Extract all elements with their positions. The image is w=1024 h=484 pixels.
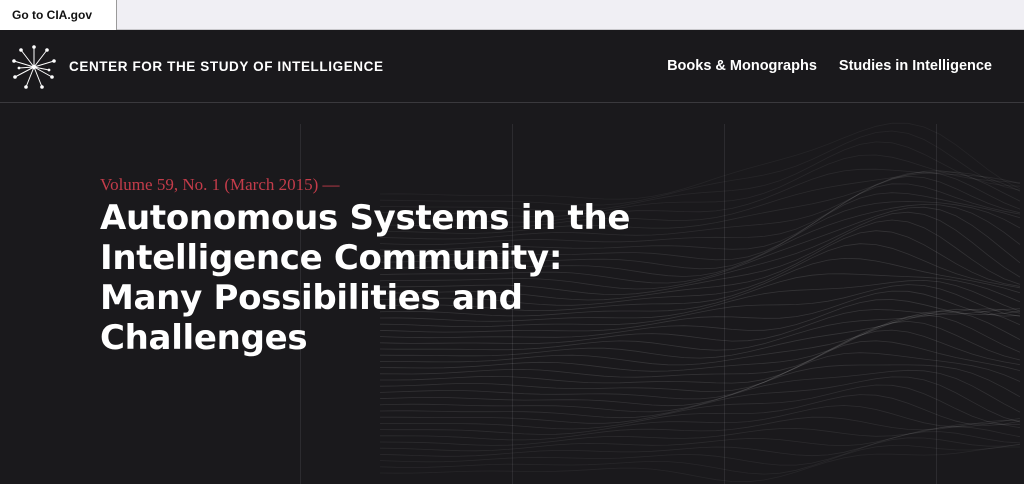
wave-line — [379, 352, 1021, 400]
site-title[interactable]: CENTER FOR THE STUDY OF INTELLIGENCE — [69, 59, 384, 74]
article-title: Autonomous Systems in the Intelligence C… — [100, 198, 631, 358]
nav-studies-in-intelligence[interactable]: Studies in Intelligence — [839, 58, 992, 74]
starburst-logo-icon[interactable] — [11, 44, 57, 90]
wave-line — [379, 422, 1021, 446]
wave-line — [379, 446, 1020, 483]
nav-books-monographs[interactable]: Books & Monographs — [667, 58, 817, 74]
wave-line — [379, 130, 1021, 206]
utility-bar: Go to CIA.gov — [0, 0, 1024, 30]
wave-line — [379, 443, 1021, 475]
hero-banner: Volume 59, No. 1 (March 2015) — Autonomo… — [0, 104, 1024, 484]
go-to-cia-link[interactable]: Go to CIA.gov — [0, 0, 117, 30]
main-nav: Books & Monographs Studies in Intelligen… — [667, 58, 992, 74]
wave-line — [379, 437, 1021, 466]
wave-line — [379, 122, 1021, 200]
wave-line — [380, 416, 1021, 441]
site-header: CENTER FOR THE STUDY OF INTELLIGENCE Boo… — [0, 30, 1024, 103]
issue-kicker: Volume 59, No. 1 (March 2015) — — [100, 175, 340, 194]
wave-line — [379, 431, 1021, 457]
